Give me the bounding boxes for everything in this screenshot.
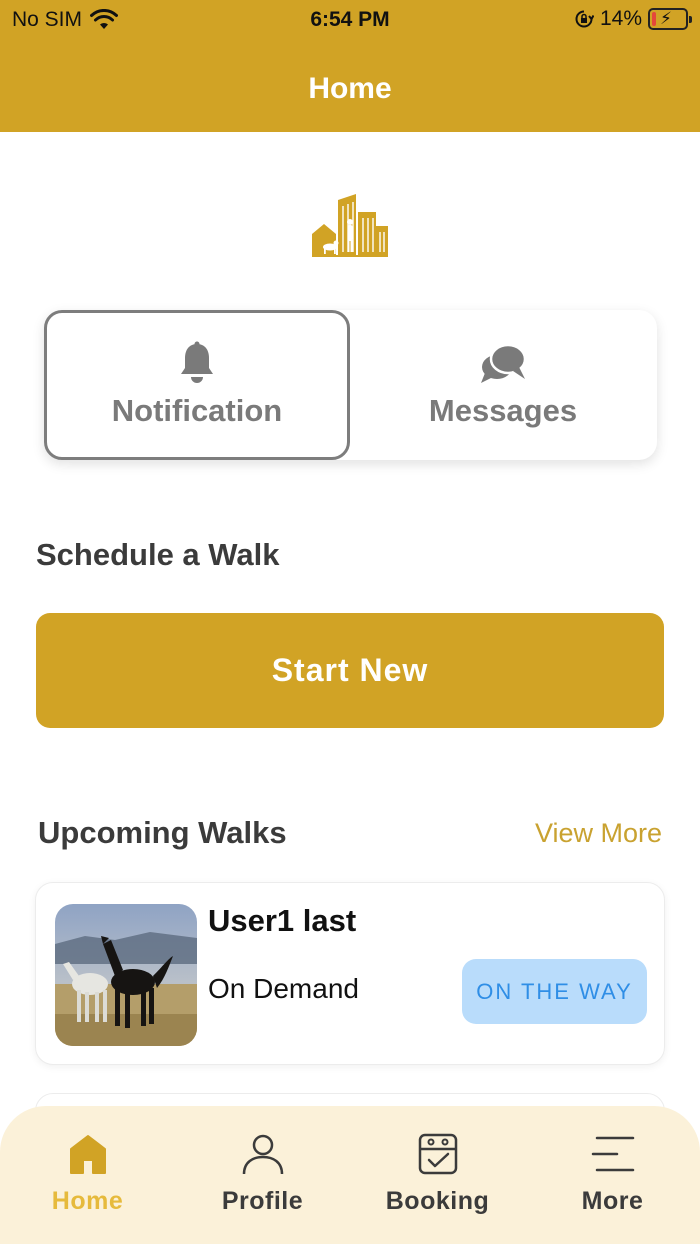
tab-more[interactable]: More [525,1106,700,1244]
charging-bolt-icon: ⚡ [660,9,672,28]
status-bar: No SIM 6:54 PM 14% ⚡ [0,0,700,42]
tab-profile-label: Profile [221,1187,304,1215]
upcoming-section-title: Upcoming Walks [38,815,287,850]
calendar-check-icon [418,1133,457,1175]
chat-bubbles-icon [481,343,527,383]
notification-label: Notification [111,393,283,428]
battery-charging-icon: ⚡ [648,8,692,30]
tab-bar: Home Profile Booking More [0,1106,700,1244]
tab-home-label: Home [51,1187,124,1215]
building-dog-walker-logo [312,194,388,257]
tab-home[interactable]: Home [0,1106,175,1244]
segmented-control: Notification Messages [44,310,657,460]
tab-profile[interactable]: Profile [175,1106,350,1244]
person-icon [242,1134,283,1175]
walk-card[interactable]: User1 last On Demand ON THE WAY [35,882,665,1065]
schedule-section-title: Schedule a Walk [36,537,280,572]
status-right-group: 14% ⚡ [574,7,692,31]
tab-more-label: More [581,1187,644,1215]
start-new-button[interactable]: Start New [36,613,664,728]
battery-level-fill [652,12,656,26]
tab-booking[interactable]: Booking [350,1106,525,1244]
bell-icon [181,341,213,383]
view-more-link[interactable]: View More [535,818,662,849]
horses-photo [55,904,197,1046]
walk-status-badge[interactable]: ON THE WAY [462,959,647,1024]
battery-percent: 14% [599,7,642,30]
home-icon [69,1135,106,1174]
messages-label: Messages [428,393,578,428]
walk-type: On Demand [208,973,359,1004]
walker-name: User1 last [208,903,357,938]
orientation-lock-icon [575,10,594,28]
notification-tab[interactable]: Notification [44,310,350,460]
menu-icon [591,1136,634,1172]
tab-booking-label: Booking [385,1187,490,1215]
messages-tab[interactable]: Messages [350,310,656,460]
nav-bar: Home [0,42,700,132]
page-title: Home [308,72,392,105]
